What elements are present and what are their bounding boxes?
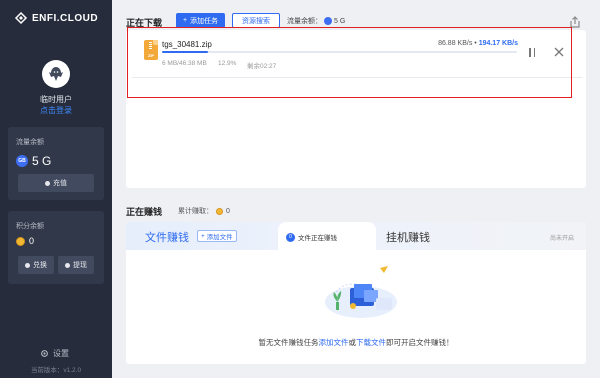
enfi-logo-icon: [14, 11, 28, 25]
plus-icon: +: [182, 17, 188, 24]
app-logo: ENFI.CLOUD: [14, 11, 98, 25]
empty-suffix: 即可开启文件赚钱！: [386, 338, 454, 347]
status-count: 0: [286, 232, 295, 242]
flow-label-text: 流量余额：: [287, 18, 322, 25]
exchange-label: 兑换: [33, 262, 47, 269]
file-name: tgs_30481.zip: [162, 40, 212, 49]
points-value: 0: [29, 236, 35, 246]
upload-speed: 194.17 KB/s: [478, 40, 518, 47]
add-file-label: 添加文件: [206, 234, 233, 241]
download-item[interactable]: ZIP tgs_30481.zip 86.88 KB/s • 194.17 KB…: [132, 36, 582, 78]
sidebar: ENFI.CLOUD 临时用户 点击登录 流量余额 GB 5 G 充值 积分余额…: [0, 0, 112, 378]
earning-total-value: 0: [226, 207, 230, 215]
empty-state-message: 暂无文件赚钱任务添加文件或下载文件即可开启文件赚钱！: [126, 337, 586, 348]
coin-icon: [16, 236, 25, 246]
tab-idle-earning[interactable]: 挂机赚钱: [386, 229, 430, 245]
file-earning-status: 0 文件正在赚钱: [286, 232, 337, 242]
gb-mini-icon: [324, 17, 332, 25]
exchange-icon: [25, 262, 30, 268]
download-percent: 12.9%: [218, 60, 237, 67]
gb-badge-icon: GB: [16, 155, 28, 167]
empty-or: 或: [348, 338, 357, 347]
speed-separator: •: [474, 40, 477, 47]
close-icon[interactable]: [552, 45, 566, 59]
add-task-button[interactable]: + 添加任务: [176, 13, 225, 28]
transfer-speed: 86.88 KB/s • 194.17 KB/s: [438, 40, 518, 47]
export-icon[interactable]: [568, 15, 582, 29]
earning-total-label: 累计赚取：: [178, 208, 213, 215]
file-size: 6 MB/46.38 MB: [162, 60, 207, 67]
settings-button[interactable]: 设置: [40, 348, 69, 359]
plus-circle-icon: [45, 180, 50, 186]
exchange-button[interactable]: 兑换: [18, 256, 54, 274]
time-remaining: 剩余02:27: [247, 63, 277, 70]
earning-card: 文件赚钱 + 添加文件 0 文件正在赚钱 挂机赚钱 尚未开启 暂无文件赚钱任务添…: [126, 222, 586, 364]
recharge-label: 充值: [53, 180, 67, 187]
download-list: ZIP tgs_30481.zip 86.88 KB/s • 194.17 KB…: [126, 30, 586, 188]
flow-balance: 流量余额： 5 G: [287, 16, 345, 26]
earning-title: 正在赚钱: [126, 207, 163, 217]
version-text: 当前版本：v1.2.0: [30, 367, 82, 374]
user-name: 临时用户: [40, 95, 72, 104]
withdraw-button[interactable]: 提现: [58, 256, 94, 274]
points-title: 积分余额: [16, 223, 44, 230]
add-file-link[interactable]: 添加文件: [319, 338, 349, 347]
flow-value: 5 G: [334, 17, 346, 25]
resource-search-button[interactable]: 资源搜索: [232, 13, 280, 28]
traffic-title: 流量余额: [16, 139, 44, 146]
status-label: 文件正在赚钱: [298, 235, 337, 242]
progress-bar: [162, 51, 517, 53]
pause-button[interactable]: [525, 46, 539, 58]
withdraw-label: 提现: [73, 262, 87, 269]
add-file-button[interactable]: + 添加文件: [197, 230, 237, 242]
login-link[interactable]: 点击登录: [0, 105, 112, 116]
recharge-button[interactable]: 充值: [18, 174, 94, 192]
add-task-label: 添加任务: [190, 17, 219, 25]
main-content: 正在下载 + 添加任务 资源搜索 流量余额： 5 G ZIP tgs_30481…: [112, 0, 600, 378]
traffic-panel: 流量余额 GB 5 G 充值: [8, 127, 104, 200]
zip-file-icon: ZIP: [144, 40, 158, 60]
idle-status-hint: 尚未开启: [549, 236, 574, 242]
pause-icon: [529, 47, 531, 57]
progress-fill: [162, 51, 208, 53]
withdraw-icon: [65, 262, 70, 268]
downloading-title: 正在下载: [126, 18, 163, 28]
brand-name: ENFI.CLOUD: [32, 12, 99, 24]
gear-icon: [41, 350, 48, 357]
tab-file-earning[interactable]: 文件赚钱: [145, 229, 189, 245]
download-file-link[interactable]: 下载文件: [356, 338, 386, 347]
avatar[interactable]: [42, 60, 70, 88]
traffic-value-row: GB 5 G: [16, 154, 51, 168]
download-speed: 86.88 KB/s: [438, 40, 473, 47]
empty-prefix: 暂无文件赚钱任务: [258, 338, 319, 347]
traffic-value: 5 G: [32, 154, 52, 168]
earning-total: 累计赚取： 0: [178, 206, 230, 216]
settings-label: 设置: [53, 349, 69, 358]
eagle-avatar-icon: [49, 67, 63, 81]
points-panel: 积分余额 0 兑换 提现: [8, 211, 104, 284]
earning-tabs: 文件赚钱 + 添加文件 0 文件正在赚钱 挂机赚钱 尚未开启: [126, 222, 586, 250]
coin-icon: [216, 207, 223, 215]
points-value-row: 0: [16, 236, 34, 246]
empty-state-illustration: [325, 266, 397, 318]
